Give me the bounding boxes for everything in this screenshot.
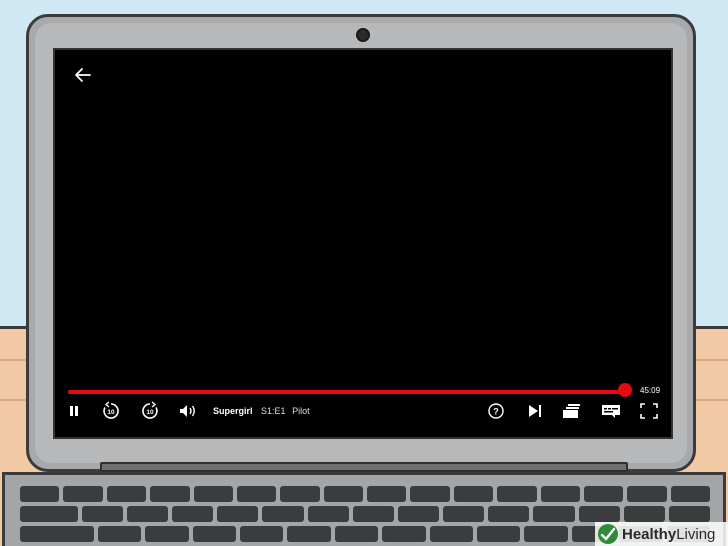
key — [126, 506, 168, 522]
key — [410, 486, 450, 502]
key — [287, 526, 331, 542]
key — [453, 486, 494, 502]
laptop-lid: 45:09 10 10 Supergirl S1:E1 Pilot ? — [26, 14, 696, 472]
watermark: HealthyLiving — [595, 522, 728, 546]
scene: 45:09 10 10 Supergirl S1:E1 Pilot ? Heal… — [0, 0, 728, 546]
key — [397, 506, 440, 522]
svg-text:10: 10 — [146, 409, 154, 416]
watermark-text: HealthyLiving — [622, 526, 715, 543]
key — [280, 486, 320, 502]
key — [477, 526, 521, 542]
key — [171, 506, 214, 522]
key — [106, 486, 147, 502]
progress-fill — [68, 390, 626, 394]
key — [352, 506, 394, 522]
key — [334, 526, 379, 542]
key — [670, 486, 710, 502]
key — [81, 506, 123, 522]
episode-code: S1:E1 — [261, 406, 286, 416]
key — [443, 506, 485, 522]
player-controls: 45:09 10 10 Supergirl S1:E1 Pilot ? — [55, 50, 671, 437]
next-episode-icon[interactable] — [524, 400, 546, 422]
svg-text:10: 10 — [107, 409, 115, 416]
forward-10-icon[interactable]: 10 — [139, 400, 161, 422]
key — [367, 486, 407, 502]
key — [497, 486, 537, 502]
svg-text:?: ? — [493, 407, 499, 417]
episodes-icon[interactable] — [561, 400, 583, 422]
scrubber-handle[interactable] — [618, 383, 633, 397]
back-arrow-icon[interactable] — [71, 63, 95, 87]
key — [540, 486, 580, 502]
key — [236, 486, 277, 502]
watermark-bold: Healthy — [622, 525, 677, 543]
key — [192, 526, 236, 542]
key — [623, 506, 665, 522]
show-title: Supergirl — [213, 406, 253, 416]
key — [150, 486, 190, 502]
key — [524, 526, 568, 542]
key — [627, 486, 667, 502]
key — [488, 506, 530, 522]
key — [20, 486, 60, 502]
key — [97, 526, 142, 542]
key — [668, 506, 711, 522]
progress-bar[interactable] — [68, 390, 628, 394]
watermark-regular: Living — [676, 525, 716, 543]
key — [429, 526, 474, 542]
key — [63, 486, 103, 502]
time-remaining: 45:09 — [640, 386, 661, 395]
rewind-10-icon[interactable]: 10 — [100, 400, 122, 422]
volume-icon[interactable] — [177, 400, 199, 422]
key — [20, 506, 78, 522]
key — [323, 486, 363, 502]
key — [583, 486, 624, 502]
episode-name: Pilot — [292, 406, 310, 416]
key — [307, 506, 349, 522]
keyboard-row — [20, 486, 710, 502]
key — [217, 506, 259, 522]
pause-icon[interactable] — [63, 400, 85, 422]
keyboard-row — [20, 506, 711, 522]
leaf-logo-icon — [598, 524, 618, 544]
key — [193, 486, 233, 502]
laptop-hinge — [100, 462, 628, 472]
key — [382, 526, 426, 542]
help-icon[interactable]: ? — [485, 400, 507, 422]
fullscreen-icon[interactable] — [638, 400, 660, 422]
key — [240, 526, 284, 542]
key — [20, 526, 94, 542]
video-player[interactable]: 45:09 10 10 Supergirl S1:E1 Pilot ? — [53, 48, 673, 439]
now-playing-info: Supergirl S1:E1 Pilot — [213, 406, 310, 416]
key — [533, 506, 575, 522]
subtitles-icon[interactable] — [600, 400, 622, 422]
key — [145, 526, 189, 542]
key — [262, 506, 304, 522]
webcam-icon — [356, 28, 370, 42]
key — [578, 506, 620, 522]
